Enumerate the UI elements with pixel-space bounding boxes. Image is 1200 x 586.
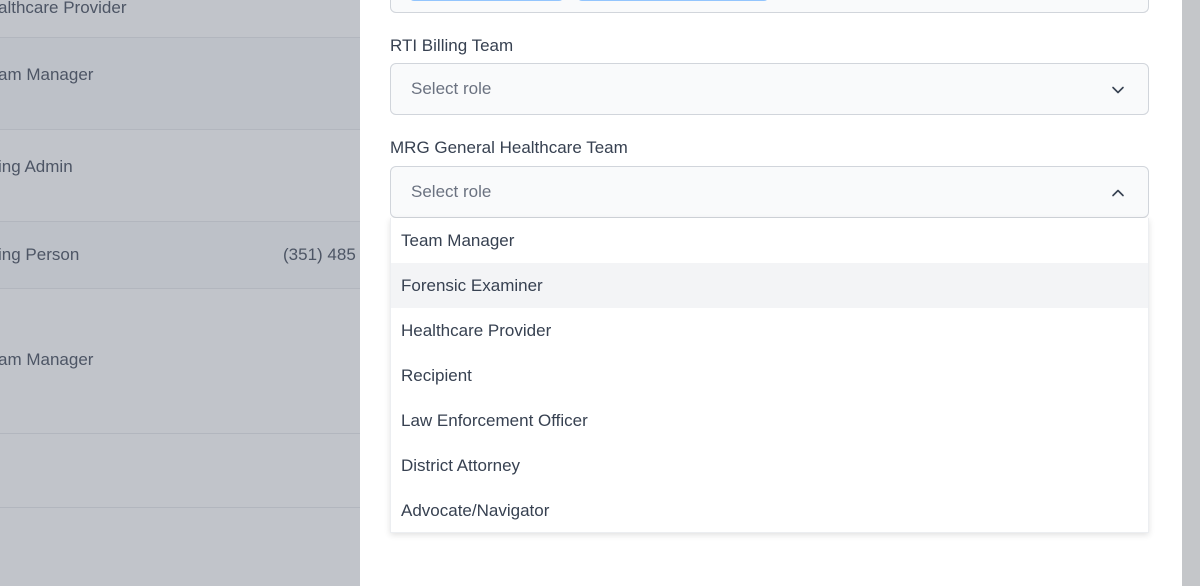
chevron-down-icon bbox=[1112, 86, 1124, 94]
team-chip-field[interactable] bbox=[390, 0, 1149, 13]
role-option-district-attorney[interactable]: District Attorney bbox=[391, 443, 1148, 488]
role-option-forensic-examiner[interactable]: Forensic Examiner bbox=[391, 263, 1148, 308]
select-placeholder: Select role bbox=[411, 182, 492, 201]
role-options-menu: Team Manager Forensic Examiner Healthcar… bbox=[390, 218, 1149, 533]
team-roles-panel: RTI Billing Team Select role MRG General… bbox=[360, 0, 1182, 586]
rti-billing-team-label: RTI Billing Team bbox=[390, 36, 514, 55]
modal-overlay-right[interactable] bbox=[1182, 0, 1200, 586]
role-option-law-enforcement-officer[interactable]: Law Enforcement Officer bbox=[391, 398, 1148, 443]
role-option-team-manager[interactable]: Team Manager bbox=[391, 218, 1148, 263]
mrg-general-role-select[interactable]: Select role bbox=[390, 166, 1149, 218]
select-placeholder: Select role bbox=[411, 79, 492, 98]
team-chip[interactable] bbox=[577, 0, 769, 1]
chevron-up-icon bbox=[1112, 189, 1124, 197]
rti-billing-role-select[interactable]: Select role bbox=[390, 63, 1149, 115]
team-chip[interactable] bbox=[409, 0, 564, 1]
role-option-advocate-navigator[interactable]: Advocate/Navigator bbox=[391, 488, 1148, 533]
modal-overlay[interactable] bbox=[0, 0, 360, 586]
role-option-healthcare-provider[interactable]: Healthcare Provider bbox=[391, 308, 1148, 353]
role-option-recipient[interactable]: Recipient bbox=[391, 353, 1148, 398]
mrg-general-team-label: MRG General Healthcare Team bbox=[390, 138, 628, 157]
